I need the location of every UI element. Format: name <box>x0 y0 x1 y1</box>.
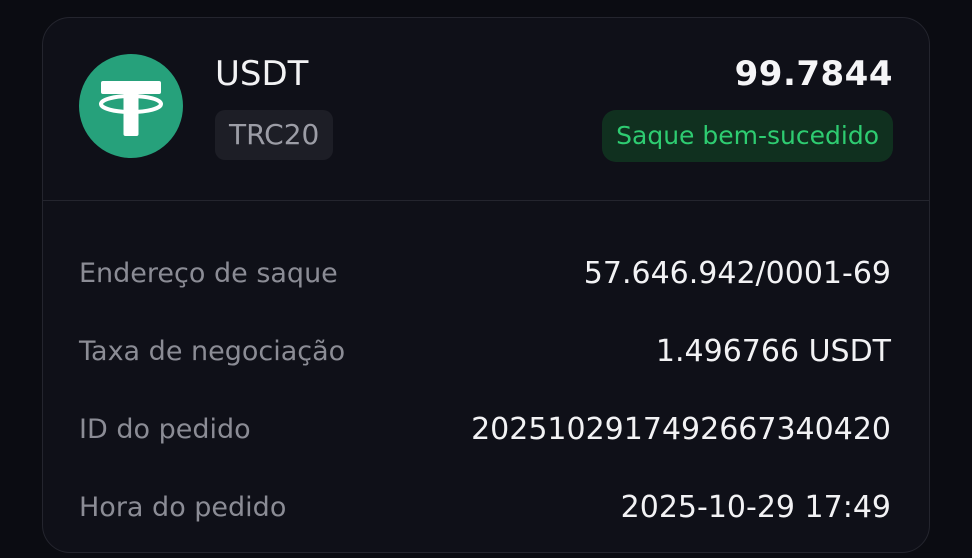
detail-row-withdrawal-address: Endereço de saque 57.646.942/0001-69 <box>43 254 929 294</box>
withdrawal-card: USDT TRC20 99.7844 Saque bem-sucedido En… <box>42 17 930 553</box>
coin-name: USDT <box>215 54 309 94</box>
detail-row-order-time: Hora do pedido 2025-10-29 17:49 <box>43 488 929 528</box>
detail-value[interactable]: 2025102917492667340420 <box>471 410 891 450</box>
detail-row-trading-fee: Taxa de negociação 1.496766 USDT <box>43 332 929 372</box>
tether-icon <box>79 54 183 158</box>
status-badge: Saque bem-sucedido <box>602 110 893 162</box>
detail-label: Taxa de negociação <box>79 336 346 367</box>
withdrawal-amount: 99.7844 <box>734 54 893 94</box>
detail-row-order-id: ID do pedido 2025102917492667340420 <box>43 410 929 450</box>
detail-value: 1.496766 USDT <box>655 334 891 369</box>
withdrawal-header: USDT TRC20 99.7844 Saque bem-sucedido <box>43 18 929 201</box>
detail-label: Hora do pedido <box>79 492 287 523</box>
network-badge: TRC20 <box>215 110 334 160</box>
detail-value[interactable]: 57.646.942/0001-69 <box>584 254 891 294</box>
detail-value: 2025-10-29 17:49 <box>620 490 891 525</box>
detail-label: ID do pedido <box>79 414 251 445</box>
detail-label: Endereço de saque <box>79 258 338 289</box>
